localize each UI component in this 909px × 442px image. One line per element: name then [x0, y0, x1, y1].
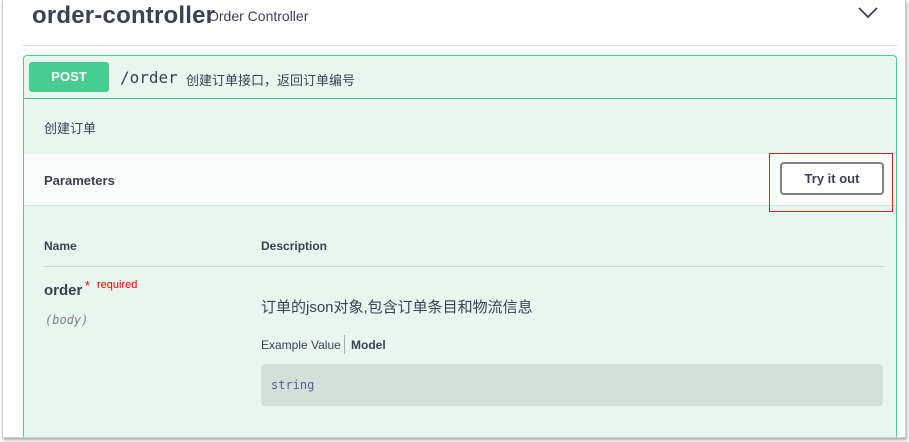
example-value-box: string: [261, 364, 883, 406]
tab-example-value[interactable]: Example Value: [261, 338, 341, 352]
operation-summary-text: 创建订单接口，返回订单编号: [186, 73, 356, 88]
name-column-header: Name: [44, 239, 77, 253]
required-label: required: [97, 279, 138, 291]
parameters-title: Parameters: [44, 173, 115, 188]
example-value-text: string: [271, 378, 315, 392]
param-description: 订单的json对象,包含订单条目和物流信息: [261, 299, 533, 316]
description-column-header: Description: [261, 239, 328, 253]
highlight-box: [769, 153, 893, 212]
swagger-panel: order-controller Order Controller POST /…: [2, 0, 906, 438]
tab-divider: [344, 335, 345, 354]
tag-description: Order Controller: [208, 8, 309, 24]
header-divider: [44, 266, 884, 267]
operation-summary[interactable]: POST /order 创建订单接口，返回订单编号: [24, 56, 896, 99]
tag-header[interactable]: order-controller Order Controller: [23, 0, 897, 46]
operation-block: POST /order 创建订单接口，返回订单编号 创建订单 Parameter…: [23, 55, 897, 437]
tag-title: order-controller: [32, 2, 216, 29]
method-badge: POST: [29, 62, 109, 92]
chevron-down-icon[interactable]: [857, 6, 879, 20]
required-marker: *: [85, 278, 91, 293]
parameters-header: Parameters Try it out: [24, 154, 896, 206]
tab-model[interactable]: Model: [351, 338, 386, 352]
operation-description: 创建订单: [44, 121, 97, 136]
param-name: order: [44, 282, 83, 299]
param-location: (body): [45, 313, 89, 327]
operation-path: /order: [120, 68, 178, 87]
